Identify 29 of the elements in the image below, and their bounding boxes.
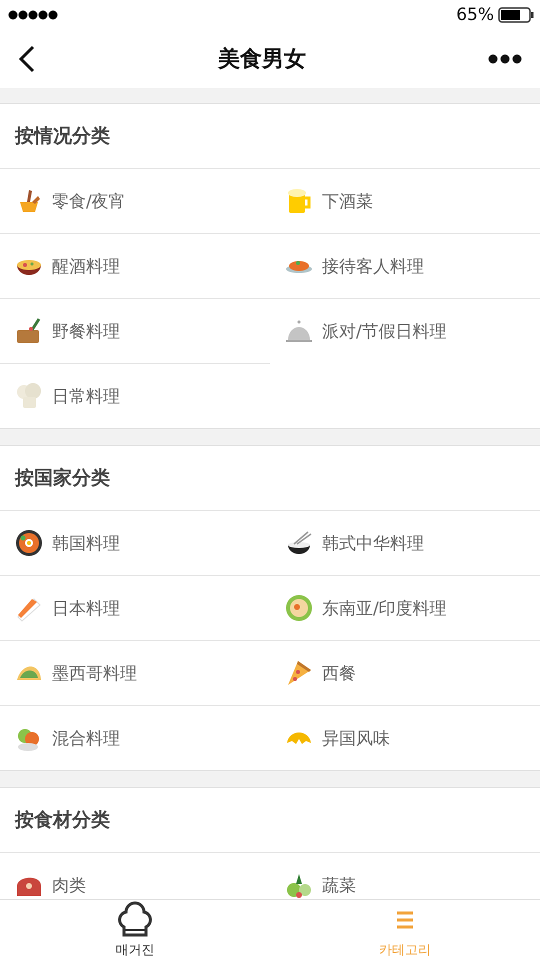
back-icon xyxy=(18,45,36,73)
category-item[interactable]: 韩式中华料理 xyxy=(270,510,540,575)
page-title: 美食男女 xyxy=(218,46,306,74)
battery-icon xyxy=(498,7,534,23)
category-item[interactable]: 接待客人料理 xyxy=(270,233,540,298)
category-item[interactable]: 混合料理 xyxy=(0,705,270,770)
category-item[interactable]: 日本料理 xyxy=(0,575,270,640)
category-item[interactable]: 西餐 xyxy=(270,640,540,705)
food-plate-icon xyxy=(284,258,314,274)
category-item[interactable]: 异国风味 xyxy=(270,705,540,770)
section-title: 按国家分类 xyxy=(14,466,111,491)
category-item[interactable]: 醒酒料理 xyxy=(0,233,270,298)
category-item[interactable]: 韩国料理 xyxy=(0,510,270,575)
chef-hat-icon xyxy=(14,381,44,411)
category-item[interactable]: 零食/夜宵 xyxy=(0,168,270,233)
tab-item[interactable]: 매거진 xyxy=(0,900,270,960)
category-item[interactable]: 派对/节假日料理 xyxy=(270,298,540,363)
signal-icon xyxy=(8,10,58,20)
category-item[interactable]: 东南亚/印度料理 xyxy=(270,575,540,640)
category-item[interactable]: 日常料理 xyxy=(0,363,270,428)
more-icon xyxy=(488,54,522,64)
battery-percentage: 65% xyxy=(456,5,494,25)
category-item[interactable]: 野餐料理 xyxy=(0,298,270,363)
curry-plate-icon xyxy=(284,593,314,623)
category-item[interactable]: 墨西哥料理 xyxy=(0,640,270,705)
category-item[interactable]: 下酒菜 xyxy=(270,168,540,233)
bibimbap-icon xyxy=(14,528,44,558)
section-title: 按情况分类 xyxy=(14,124,111,149)
section-title: 按食材分类 xyxy=(14,808,111,833)
